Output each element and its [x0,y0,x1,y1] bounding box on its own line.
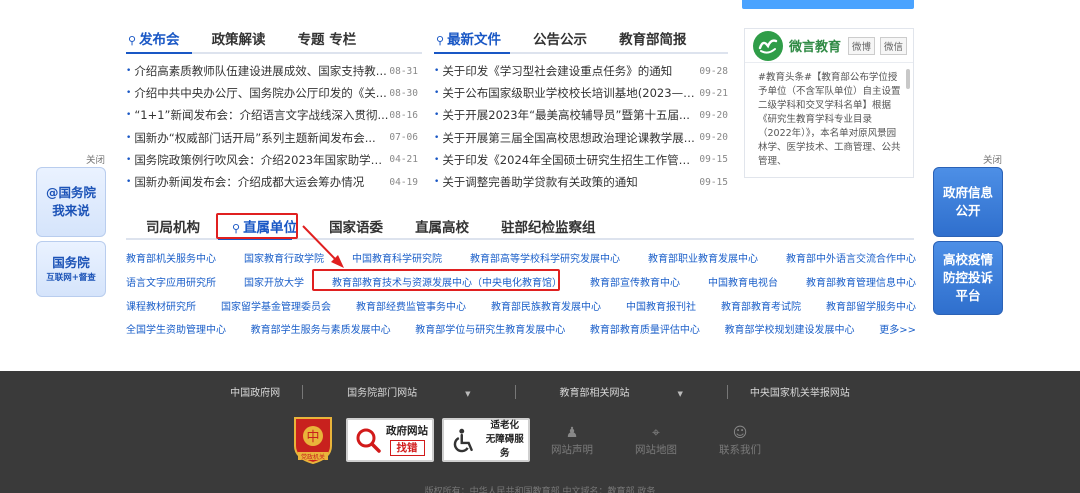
gov-info-disclosure-button[interactable]: 政府信息 公开 [933,167,1003,237]
list-item[interactable]: • 介绍中共中央办公厅、国务院办公厅印发的《关... 08-30 [126,82,418,104]
footer-link-report[interactable]: 中央国家机关举报网站 [728,384,872,399]
list-item[interactable]: • 国新办“权威部门话开局”系列主题新闻发布会... 07-06 [126,127,418,149]
list-item[interactable]: • 国务院政策例行吹风会：介绍2023年国家助学贷... 04-21 [126,149,418,171]
weibo-logo-icon [753,30,783,61]
wheelchair-icon [453,428,473,453]
right-tab-bar: ⚲ 最新文件 公告公示 教育部简报 [436,30,719,52]
list-item[interactable]: • 关于调整完善助学贷款有关政策的通知 09-15 [434,171,728,193]
unit-link[interactable]: 国家开放大学 [244,274,304,289]
unit-link[interactable]: 教育部民族教育发展中心 [491,298,601,313]
left-tab-underline [126,52,422,54]
person-icon: ♟ [565,425,579,441]
weibo-scrollbar[interactable] [906,69,910,89]
list-item[interactable]: • 介绍高素质教师队伍建设进展成效、国家支持教... 08-31 [126,60,418,82]
unit-link[interactable]: 教育部宣传教育中心 [590,274,680,289]
close-right-float[interactable]: 关闭 [983,152,1002,166]
svg-text:党政机关: 党政机关 [301,453,325,461]
map-pin-icon: ⌖ [652,425,660,441]
tab-discipline-inspection[interactable]: 驻部纪检监察组 [501,216,596,236]
unit-link[interactable]: 中国教育科学研究院 [352,250,442,265]
tab-policy-interpretation[interactable]: 政策解读 [212,28,266,52]
caret-down-icon: ▼ [677,390,683,398]
unit-link[interactable]: 中国教育报刊社 [626,298,696,313]
weibo-post-text: #教育头条#【教育部公布学位授予单位（不含军队单位）自主设置二级学科和交叉学科名… [758,72,901,167]
weibo-widget: 微言教育 微博 微信 #教育头条#【教育部公布学位授予单位（不含军队单位）自主设… [744,28,914,178]
tab-press-conference[interactable]: ⚲ 发布会 [128,28,180,52]
list-item[interactable]: • 关于印发《2024年全国硕士研究生招生工作管理... 09-15 [434,149,728,171]
unit-link[interactable]: 教育部教育考试院 [721,298,801,313]
highlight-box-tab [216,213,298,239]
highlight-box-link [312,269,560,291]
weibo-title: 微言教育 [789,40,842,55]
footer-link-state-council-sites[interactable]: 国务院部门网站 ▼ [303,384,514,399]
close-left-float[interactable]: 关闭 [86,152,105,166]
footer-nav: 中国政府网 国务院部门网站 ▼ 教育部相关网站 ▼ 中央国家机关举报网站 [0,384,1080,399]
unit-links-row: 教育部机关服务中心 国家教育行政学院 中国教育科学研究院 教育部高等学校科学研究… [126,250,916,265]
unit-link[interactable]: 教育部中外语言交流合作中心 [786,250,916,265]
unit-link[interactable]: 教育部学校规划建设发展中心 [725,321,855,336]
unit-link[interactable]: 全国学生资助管理中心 [126,321,226,336]
unit-link[interactable]: 教育部学生服务与素质发展中心 [251,321,391,336]
pin-icon: ⚲ [128,34,137,47]
unit-link[interactable]: 教育部高等学校科学研究发展中心 [470,250,620,265]
tab-latest-documents[interactable]: ⚲ 最新文件 [436,28,501,52]
site-statement-link[interactable]: ♟ 网站声明 [542,424,602,457]
banner-image-remnant [742,0,914,9]
footer-link-gov[interactable]: 中国政府网 [208,384,302,399]
site-map-link[interactable]: ⌖ 网站地图 [626,424,686,457]
footer-link-moe-sites[interactable]: 教育部相关网站 ▼ [516,384,727,399]
internet-supervision-button[interactable]: 国务院 互联网+督查 [36,241,106,297]
gov-site-error-report-button[interactable]: 政府网站 找错 [346,418,434,462]
state-council-feedback-button[interactable]: @国务院 我来说 [36,167,106,237]
tab-announcements[interactable]: 公告公示 [533,28,587,52]
wechat-tab[interactable]: 微信 [879,36,907,55]
caret-down-icon: ▼ [465,390,471,398]
press-news-list: • 介绍高素质教师队伍建设进展成效、国家支持教... 08-31 • 介绍中共中央办公… [126,60,418,193]
weibo-tab[interactable]: 微博 [847,36,875,55]
list-item[interactable]: • “1+1”新闻发布会：介绍语言文字战线深入贯彻... 08-16 [126,104,418,126]
list-item[interactable]: • 关于开展第三届全国高校思想政治理论课教学展... 09-20 [434,127,728,149]
copyright-text: 版权所有：中华人民共和国教育部 中文域名：教育部.政务 [424,487,656,493]
epidemic-complaint-button[interactable]: 高校疫情 防控投诉 平台 [933,241,1003,315]
svg-text:中: 中 [306,430,319,445]
pin-icon: ⚲ [436,34,445,47]
contacts-icon: ☺ [732,425,748,441]
party-gov-badge-icon[interactable]: 中 党政机关 [292,416,334,464]
accessibility-service-button[interactable]: 适老化 无障碍服务 [442,418,530,462]
unit-links-row: 全国学生资助管理中心 教育部学生服务与素质发展中心 教育部学位与研究生教育发展中… [126,321,916,336]
unit-link[interactable]: 中国教育电视台 [708,274,778,289]
unit-links-row: 课程教材研究所 国家留学基金管理委员会 教育部经费监管事务中心 教育部民族教育发… [126,298,916,313]
unit-link[interactable]: 教育部经费监管事务中心 [356,298,466,313]
unit-link[interactable]: 课程教材研究所 [126,298,196,313]
weibo-header: 微言教育 微博 微信 [745,29,913,63]
more-link[interactable]: 更多>> [879,321,916,336]
tab-language-commission[interactable]: 国家语委 [329,216,383,236]
unit-link[interactable]: 教育部留学服务中心 [826,298,916,313]
unit-link[interactable]: 语言文字应用研究所 [126,274,216,289]
contact-us-link[interactable]: ☺ 联系我们 [710,424,770,457]
documents-news-list: • 关于印发《学习型社会建设重点任务》的通知 09-28 • 关于公布国家级职业学校校… [434,60,728,193]
unit-link[interactable]: 教育部教育质量评估中心 [590,321,700,336]
right-tab-underline [434,52,728,54]
unit-link[interactable]: 教育部职业教育发展中心 [648,250,758,265]
tab-special-topics[interactable]: 专题 专栏 [298,28,357,52]
unit-link[interactable]: 教育部学位与研究生教育发展中心 [415,321,565,336]
unit-link[interactable]: 教育部教育管理信息中心 [806,274,916,289]
unit-link[interactable]: 教育部机关服务中心 [126,250,216,265]
tab-affiliated-universities[interactable]: 直属高校 [415,216,469,236]
list-item[interactable]: • 关于印发《学习型社会建设重点任务》的通知 09-28 [434,60,728,82]
unit-link[interactable]: 国家留学基金管理委员会 [221,298,331,313]
list-item[interactable]: • 关于开展2023年“最美高校辅导员”暨第十五届... 09-20 [434,104,728,126]
unit-link[interactable]: 国家教育行政学院 [244,250,324,265]
left-tab-bar: ⚲ 发布会 政策解读 专题 专栏 [128,30,388,52]
magnifier-icon [356,428,381,453]
list-item[interactable]: • 关于公布国家级职业学校校长培训基地(2023—2... 09-21 [434,82,728,104]
tab-ministry-briefs[interactable]: 教育部简报 [619,28,687,52]
list-item[interactable]: • 国新办新闻发布会：介绍成都大运会筹办情况 04-19 [126,171,418,193]
tab-departments[interactable]: 司局机构 [146,216,200,236]
